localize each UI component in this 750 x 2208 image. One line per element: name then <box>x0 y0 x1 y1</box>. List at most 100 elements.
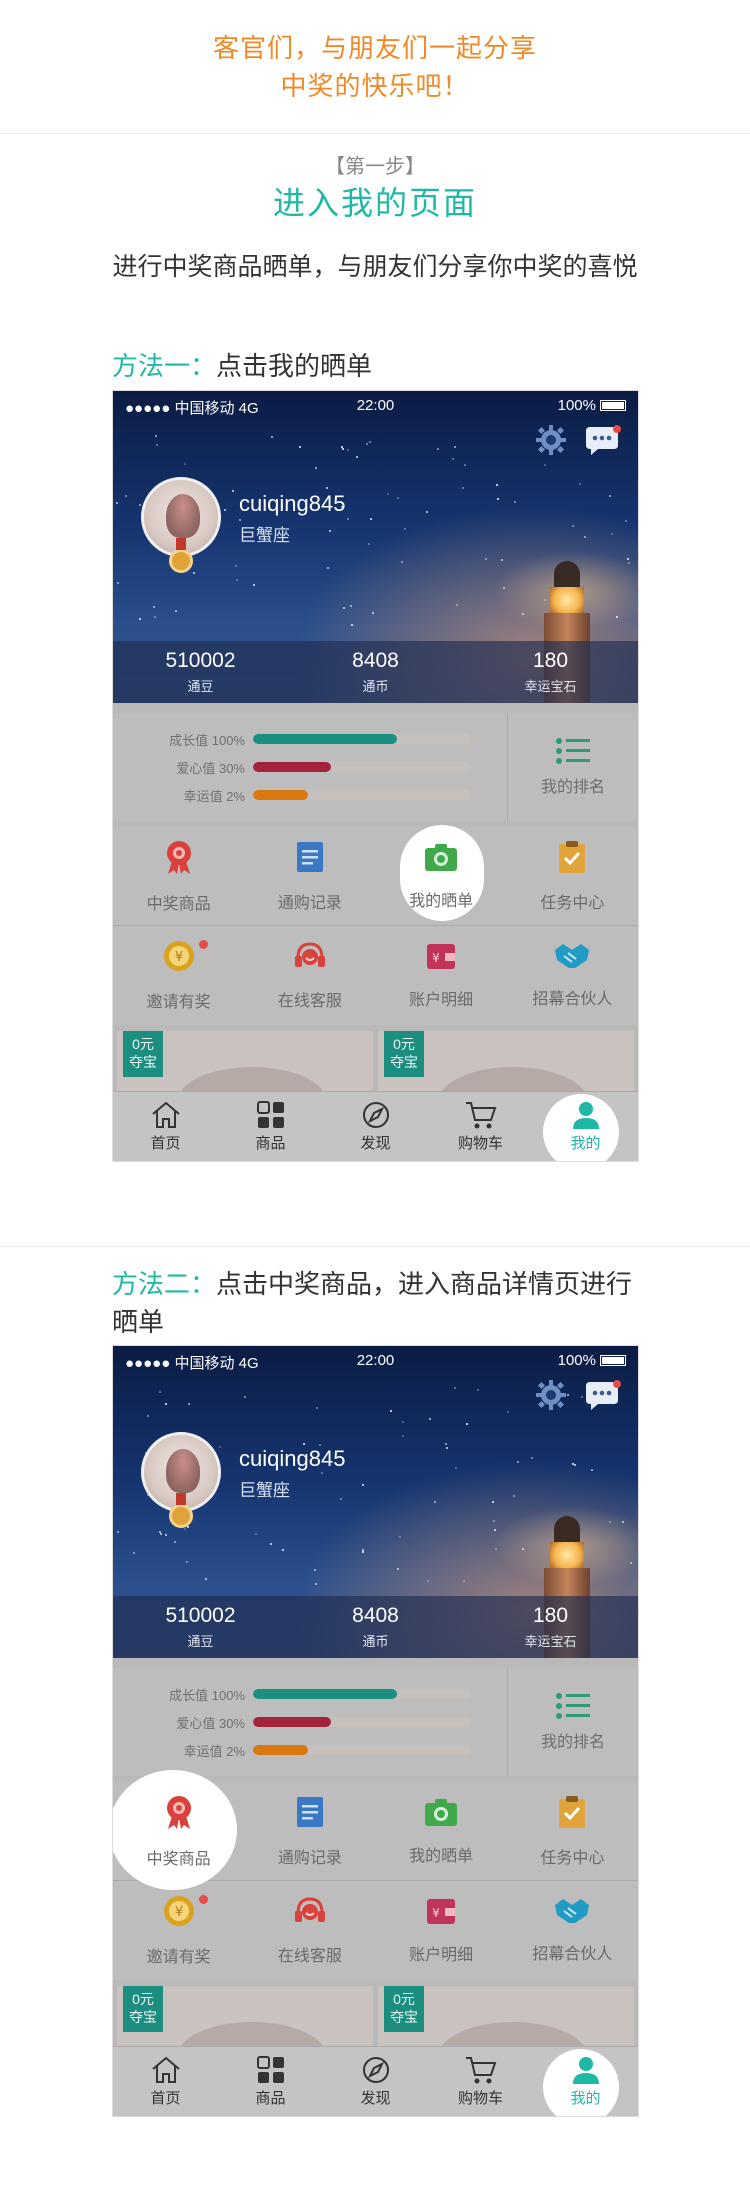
feature-winning-goods[interactable]: 中奖商品 <box>113 827 244 925</box>
feature-account-details[interactable]: ¥ 账户明细 <box>376 1881 507 1979</box>
feature-label: 邀请有奖 <box>146 1948 211 1966</box>
star-dot <box>219 1446 221 1448</box>
feature-label: 任务中心 <box>540 894 605 912</box>
tab-label: 发现 <box>360 2090 391 2107</box>
tag-line-2: 夺宝 <box>390 1054 418 1070</box>
tab-cart[interactable]: 购物车 <box>428 2047 533 2116</box>
feature-purchase-records[interactable]: 通购记录 <box>244 827 375 925</box>
avatar-flower-image <box>166 494 200 538</box>
star-dot <box>235 565 237 567</box>
star-dot <box>492 1501 494 1503</box>
feature-online-service[interactable]: 在线客服 <box>244 1881 375 1979</box>
feature-winning-goods[interactable]: 中奖商品 <box>113 1770 244 1890</box>
star-dot <box>116 502 118 504</box>
star-dot <box>466 1423 468 1425</box>
feature-my-share-orders[interactable]: 我的晒单 <box>376 825 507 925</box>
phone-screenshot-method-one: ●●●●● 中国移动 4G 22:00 100% cuiqing845 巨蟹座 … <box>113 391 638 1161</box>
star-dot <box>253 584 255 586</box>
tab-goods[interactable]: 商品 <box>218 2047 323 2116</box>
stat-tongbi[interactable]: 8408 通币 <box>288 1596 463 1658</box>
my-ranking-button[interactable]: 我的排名 <box>508 1668 638 1776</box>
stat-label: 通豆 <box>187 679 214 694</box>
growth-value-row: 成长值 100% <box>133 1684 471 1704</box>
star-dot <box>347 449 349 451</box>
star-dot <box>159 1391 161 1393</box>
feature-online-service[interactable]: 在线客服 <box>244 926 375 1024</box>
progress-track <box>253 1689 471 1699</box>
star-dot <box>572 1463 574 1465</box>
my-ranking-button[interactable]: 我的排名 <box>508 713 638 821</box>
stat-tongdou[interactable]: 510002 通豆 <box>113 641 288 703</box>
value-label: 成长值 100% <box>169 732 245 748</box>
tag-line-2: 夺宝 <box>390 2009 418 2025</box>
feature-label: 通购记录 <box>277 1849 342 1867</box>
stat-tongdou[interactable]: 510002 通豆 <box>113 1596 288 1658</box>
cart-icon <box>465 2057 496 2084</box>
tab-discover[interactable]: 发现 <box>323 2047 428 2116</box>
star-dot <box>165 1403 167 1405</box>
star-dot <box>572 525 574 527</box>
feature-purchase-records[interactable]: 通购记录 <box>244 1782 375 1880</box>
star-dot <box>139 618 141 620</box>
feature-account-details[interactable]: ¥ 账户明细 <box>376 926 507 1024</box>
tab-label: 商品 <box>255 1135 286 1152</box>
gear-icon[interactable] <box>536 1380 566 1410</box>
star-dot <box>452 458 454 460</box>
progress-fill <box>253 1717 332 1727</box>
step-title: 进入我的页面 <box>272 185 477 221</box>
progress-track <box>253 790 471 800</box>
ranking-list-icon <box>556 738 590 764</box>
feature-grid: 中奖商品 通购记录 我的晒单 任务中心 ¥ 邀请有奖 在线客服 ¥ 账户明细 招幕合… <box>113 1770 638 1980</box>
stat-lucky-gem[interactable]: 180 幸运宝石 <box>463 1596 638 1658</box>
tab-discover[interactable]: 发现 <box>323 1092 428 1161</box>
feature-invite-reward[interactable]: ¥ 邀请有奖 <box>113 1881 244 1979</box>
home-icon <box>151 2056 180 2083</box>
star-dot <box>315 1583 317 1585</box>
tab-cart[interactable]: 购物车 <box>428 1092 533 1161</box>
value-label: 幸运值 2% <box>183 788 245 804</box>
star-dot <box>205 1578 207 1580</box>
ranking-label: 我的排名 <box>540 779 605 796</box>
tab-home[interactable]: 首页 <box>113 2047 218 2116</box>
feature-task-center[interactable]: 任务中心 <box>507 827 638 925</box>
star-dot <box>390 1410 392 1412</box>
coin-icon: ¥ <box>162 1894 196 1933</box>
star-dot <box>462 487 464 489</box>
tab-goods[interactable]: 商品 <box>218 1092 323 1161</box>
tab-mine[interactable]: 我的 <box>533 1092 638 1161</box>
section-divider <box>0 1246 750 1247</box>
stat-value: 510002 <box>165 1604 236 1627</box>
tab-home[interactable]: 首页 <box>113 1092 218 1161</box>
chat-icon[interactable] <box>584 425 622 457</box>
battery-percent: 100% <box>557 1352 596 1369</box>
star-dot <box>343 607 345 609</box>
notification-dot <box>199 940 209 949</box>
headset-icon <box>293 1895 327 1932</box>
method-two: 方法二：点击中奖商品，进入商品详情页进行晒单 <box>112 1265 652 1341</box>
star-dot <box>579 483 581 485</box>
star-dot <box>159 1531 161 1533</box>
grid-icon <box>256 2056 284 2083</box>
feature-recruit-partner[interactable]: 招幕合伙人 <box>507 1881 638 1979</box>
tab-mine[interactable]: 我的 <box>533 2047 638 2116</box>
gear-icon[interactable] <box>536 425 566 455</box>
star-dot <box>347 518 349 520</box>
progress-fill <box>253 734 397 744</box>
star-dot <box>369 441 371 443</box>
star-dot <box>463 1580 465 1582</box>
feature-recruit-partner[interactable]: 招幕合伙人 <box>507 926 638 1024</box>
star-dot <box>362 1484 364 1486</box>
star-dot <box>154 616 156 618</box>
feature-invite-reward[interactable]: ¥ 邀请有奖 <box>113 926 244 1024</box>
stat-tongbi[interactable]: 8408 通币 <box>288 641 463 703</box>
stat-lucky-gem[interactable]: 180 幸运宝石 <box>463 641 638 703</box>
feature-label: 招幕合伙人 <box>532 990 613 1008</box>
star-dot <box>321 1472 323 1474</box>
chat-icon[interactable] <box>584 1380 622 1412</box>
value-label: 爱心值 30% <box>176 760 245 776</box>
zero-yuan-tag: 0元 夺宝 <box>384 1031 424 1077</box>
star-dot <box>184 463 186 465</box>
feature-my-share-orders[interactable]: 我的晒单 <box>376 1782 507 1880</box>
value-label: 爱心值 30% <box>176 1715 245 1731</box>
feature-task-center[interactable]: 任务中心 <box>507 1782 638 1880</box>
